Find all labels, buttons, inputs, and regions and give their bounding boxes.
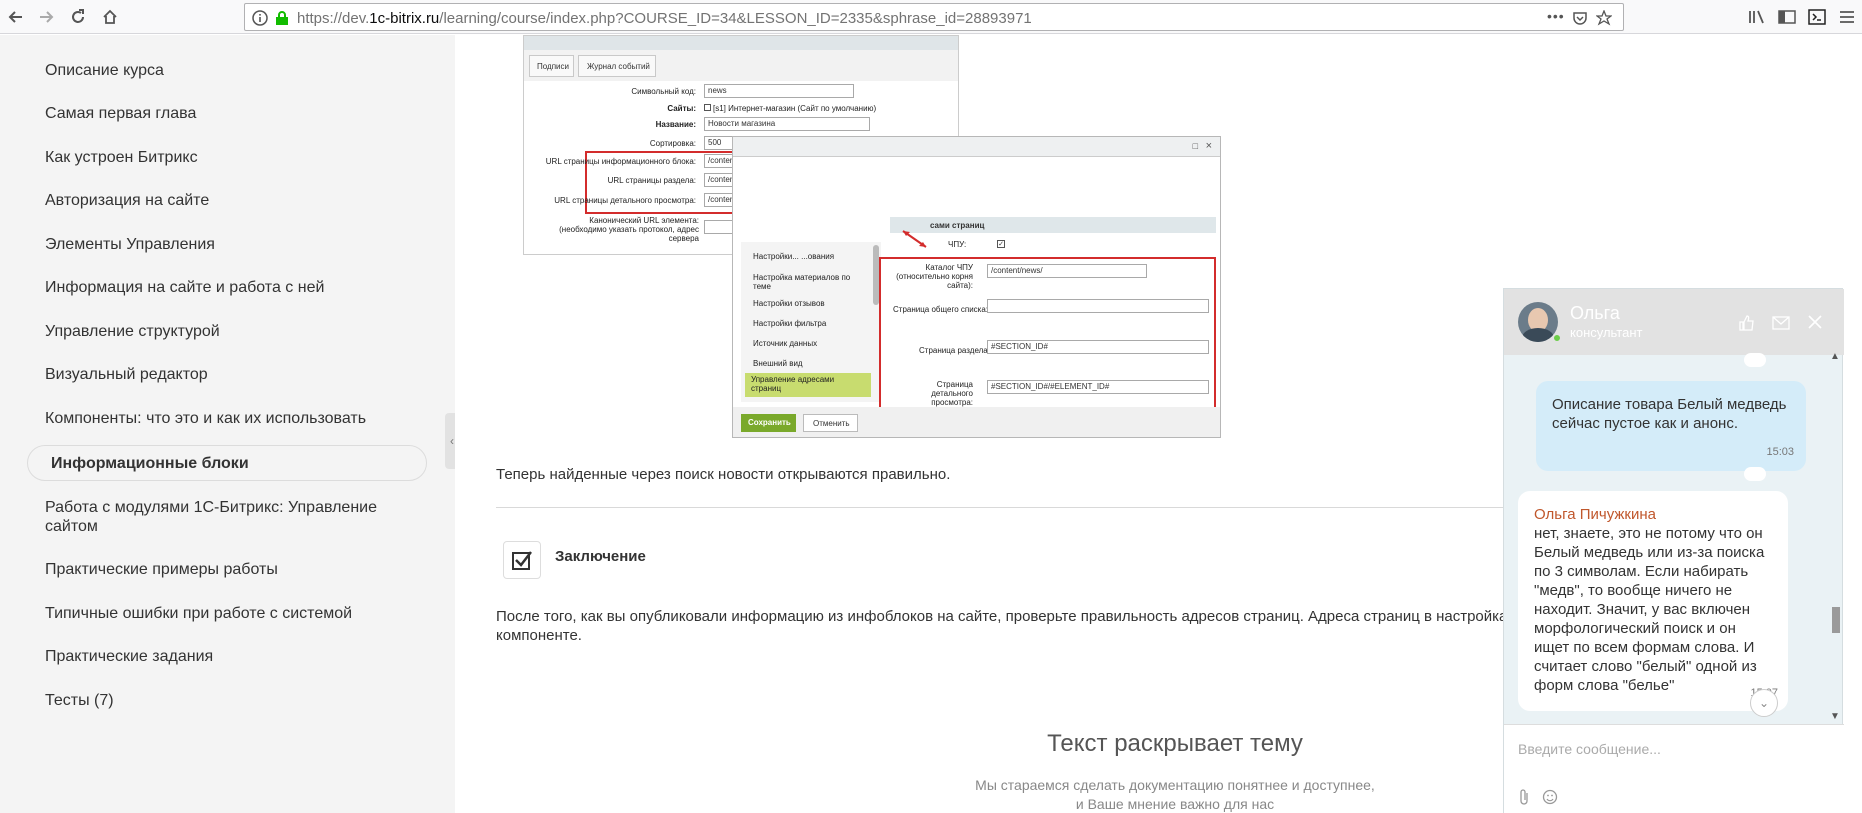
chevron-left-icon: ‹: [450, 434, 454, 448]
scroll-down-icon[interactable]: ⌄: [1750, 689, 1778, 717]
lock-icon[interactable]: [273, 9, 291, 27]
like-message-icon-2[interactable]: [1744, 467, 1766, 481]
nav-item-first-chapter[interactable]: Самая первая глава: [45, 104, 425, 123]
nav-item-site-info[interactable]: Информация на сайте и работа с ней: [45, 278, 425, 297]
nav-item-visual-editor[interactable]: Визуальный редактор: [45, 365, 425, 384]
lesson-screenshot-component-settings: □ × сами страниц ЧПУ: ✓ Настройки... ...…: [732, 136, 1221, 438]
close-icon[interactable]: [1808, 315, 1822, 334]
arrow-connector-icon: [902, 230, 927, 248]
info-icon[interactable]: [251, 9, 269, 27]
nav-item-course-description[interactable]: Описание курса: [45, 61, 425, 80]
nav-item-authorization[interactable]: Авторизация на сайте: [45, 191, 425, 210]
checkbox-checked-icon: [503, 541, 541, 579]
nav-item-tests[interactable]: Тесты (7): [45, 691, 425, 710]
divider: [496, 507, 1503, 508]
pocket-icon[interactable]: [1571, 9, 1589, 27]
address-bar[interactable]: https://dev.1c-bitrix.ru/learning/course…: [244, 3, 1624, 31]
page-actions-icon[interactable]: •••: [1547, 8, 1565, 24]
reload-icon[interactable]: [66, 5, 90, 29]
chat-message-operator: Ольга Пичужкина нет, знаете, это не пото…: [1518, 491, 1788, 711]
nav-item-modules[interactable]: Работа с модулями 1С-Битрикс: Управление…: [45, 498, 425, 536]
nav-item-structure[interactable]: Управление структурой: [45, 322, 425, 341]
extension-icon[interactable]: [1805, 5, 1829, 29]
url-text: https://dev.1c-bitrix.ru/learning/course…: [297, 10, 1032, 27]
paragraph-conclusion: После того, как вы опубликовали информац…: [496, 608, 1503, 625]
thumbs-up-icon[interactable]: [1738, 315, 1756, 336]
back-icon[interactable]: [4, 5, 28, 29]
feedback-subtitle-1: Мы стараемся сделать документацию понятн…: [975, 777, 1375, 793]
forward-icon[interactable]: [34, 5, 58, 29]
conclusion-heading: Заключение: [555, 548, 646, 565]
feedback-subtitle-2: и Ваше мнение важно для нас: [1075, 796, 1275, 812]
like-message-icon[interactable]: [1744, 353, 1766, 367]
online-status-dot: [1552, 333, 1562, 343]
operator-role: консультант: [1570, 325, 1643, 340]
course-sidebar: Описание курса Самая первая глава Как ус…: [0, 35, 455, 813]
nav-item-how-bitrix-works[interactable]: Как устроен Битрикс: [45, 148, 425, 167]
nav-item-infoblocks[interactable]: Информационные блоки: [27, 445, 427, 481]
library-icon[interactable]: [1745, 5, 1769, 29]
chat-message-visitor: Описание товара Белый медведь сейчас пус…: [1536, 381, 1806, 471]
message-input[interactable]: Введите сообщение...: [1518, 741, 1661, 757]
paragraph-conclusion-end: компоненте.: [496, 627, 582, 644]
nav-item-components[interactable]: Компоненты: что это и как их использоват…: [45, 409, 425, 428]
chat-header: Ольга консультант: [1504, 289, 1844, 355]
home-icon[interactable]: [98, 5, 122, 29]
feedback-title: Текст раскрывает тему: [1047, 730, 1303, 757]
chat-widget: Ольга консультант Описание товара Белый …: [1503, 288, 1844, 813]
operator-name: Ольга: [1570, 303, 1620, 323]
nav-item-practical-examples[interactable]: Практические примеры работы: [45, 560, 425, 579]
browser-toolbar: https://dev.1c-bitrix.ru/learning/course…: [0, 0, 1862, 34]
nav-item-typical-errors[interactable]: Типичные ошибки при работе с системой: [45, 604, 425, 623]
sidebar-toggle-icon[interactable]: [1775, 5, 1799, 29]
chat-scrollbar[interactable]: ▲ ▼: [1830, 351, 1842, 722]
menu-icon[interactable]: [1835, 5, 1859, 29]
paragraph-search-result: Теперь найденные через поиск новости отк…: [496, 466, 951, 483]
bookmark-star-icon[interactable]: [1595, 9, 1613, 27]
smiley-icon[interactable]: [1542, 789, 1558, 810]
nav-item-practical-tasks[interactable]: Практические задания: [45, 647, 425, 666]
chat-input-area[interactable]: Введите сообщение...: [1504, 724, 1844, 813]
attach-icon[interactable]: [1518, 789, 1530, 810]
email-icon[interactable]: [1772, 316, 1790, 335]
nav-item-controls[interactable]: Элементы Управления: [45, 235, 425, 254]
